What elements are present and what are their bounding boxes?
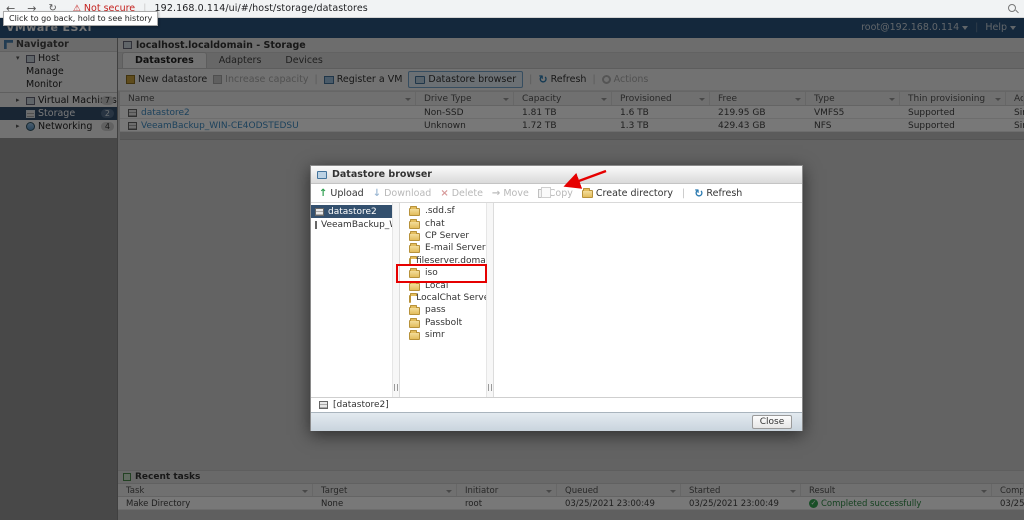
upload-icon: ↑	[319, 188, 327, 199]
current-path: [datastore2]	[333, 400, 389, 410]
download-icon: ↓	[373, 188, 381, 199]
create-directory-button[interactable]: Create directory	[582, 188, 673, 199]
folder-item[interactable]: E-mail Server	[400, 242, 493, 254]
annotation-highlight-box	[396, 264, 487, 283]
datastore-icon	[319, 401, 328, 409]
delete-icon: ×	[440, 188, 448, 199]
refresh-icon: ↻	[694, 187, 703, 200]
folder-icon	[409, 221, 420, 229]
dialog-title-bar[interactable]: Datastore browser	[311, 166, 802, 184]
folder-icon	[409, 320, 420, 328]
folder-item[interactable]: CP Server	[400, 230, 493, 242]
folder-icon	[409, 245, 420, 253]
scrollbar-grip[interactable]	[488, 384, 492, 391]
copy-icon	[538, 189, 546, 198]
address-bar[interactable]: 192.168.0.114/ui/#/host/storage/datastor…	[155, 3, 368, 14]
datastore-list-item[interactable]: VeeamBackup_WI...	[311, 218, 399, 231]
datastore-browser-icon	[317, 171, 327, 179]
folder-icon	[409, 307, 420, 315]
dialog-footer: Close	[311, 412, 802, 431]
folder-icon	[409, 295, 411, 303]
divider: |	[682, 188, 685, 199]
close-button[interactable]: Close	[752, 415, 792, 429]
folder-icon	[409, 283, 420, 291]
dialog-status-bar: [datastore2]	[311, 397, 802, 412]
folder-item[interactable]: pass	[400, 304, 493, 316]
folder-item[interactable]: chat	[400, 217, 493, 229]
folder-item[interactable]: simr	[400, 329, 493, 341]
folder-item[interactable]: LocalChat Server	[400, 292, 493, 304]
datastore-browser-dialog: Datastore browser ↑Upload ↓Download ×Del…	[310, 165, 803, 431]
scrollbar-grip[interactable]	[394, 384, 398, 391]
folder-icon	[582, 190, 593, 198]
datastore-icon	[315, 221, 317, 229]
dialog-title: Datastore browser	[332, 169, 432, 180]
copy-button[interactable]: Copy	[538, 188, 573, 199]
datastore-icon	[315, 208, 324, 216]
upload-button[interactable]: ↑Upload	[319, 188, 364, 199]
folder-item[interactable]: Passbolt	[400, 317, 493, 329]
move-icon: →	[492, 188, 500, 199]
dialog-refresh-button[interactable]: ↻Refresh	[694, 187, 742, 200]
delete-button[interactable]: ×Delete	[440, 188, 483, 199]
download-button[interactable]: ↓Download	[373, 188, 432, 199]
folder-item[interactable]: .sdd.sf	[400, 205, 493, 217]
file-list-pane[interactable]	[494, 203, 802, 397]
back-button-tooltip: Click to go back, hold to see history	[3, 11, 158, 26]
datastore-list-item[interactable]: datastore2	[311, 205, 399, 218]
dialog-toolbar: ↑Upload ↓Download ×Delete →Move Copy Cre…	[311, 184, 802, 203]
folder-icon	[409, 233, 420, 241]
move-button[interactable]: →Move	[492, 188, 529, 199]
datastore-list-pane: datastore2 VeeamBackup_WI...	[311, 203, 400, 397]
screenshot-stage: VMware ESXi root@192.168.0.114 | Help Na…	[0, 0, 1024, 520]
folder-icon	[409, 332, 420, 340]
folder-list-pane: .sdd.sf chat CP Server E-mail Server fil…	[400, 203, 494, 397]
scrollbar[interactable]	[486, 203, 493, 397]
folder-icon	[409, 208, 420, 216]
search-icon[interactable]	[1008, 4, 1016, 12]
scrollbar[interactable]	[392, 203, 399, 397]
